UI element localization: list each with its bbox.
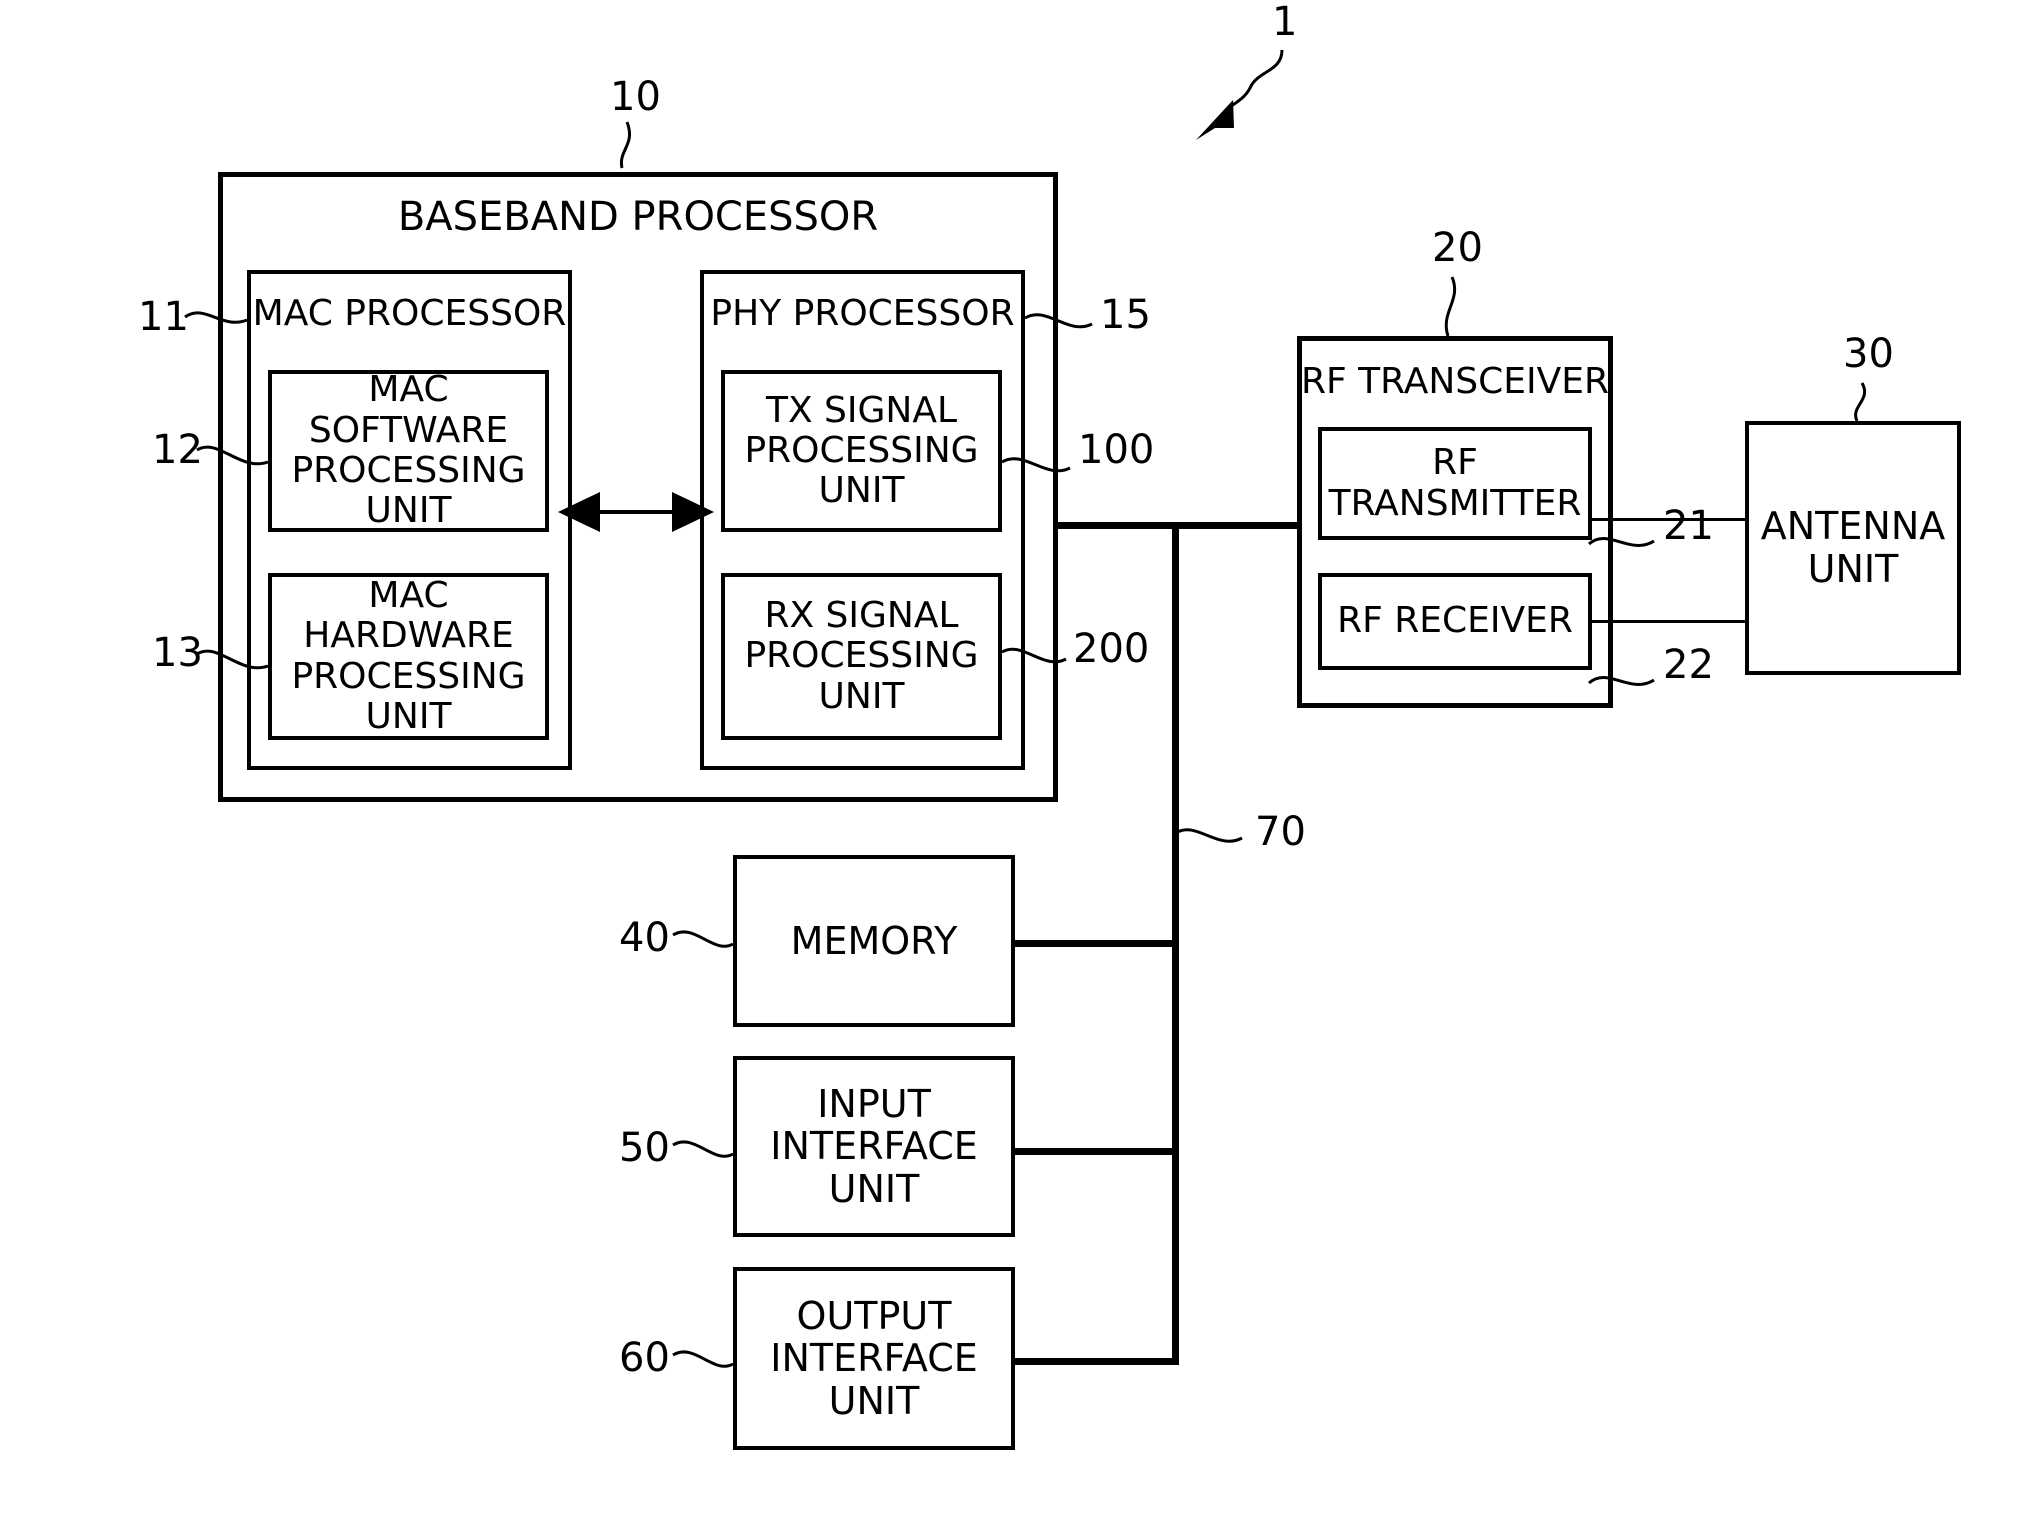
- bus-line-baseband-to-rf: [1055, 522, 1306, 529]
- ref-mac-processor-11: 11: [138, 294, 189, 340]
- antenna-unit-label: ANTENNA UNIT: [1760, 504, 1946, 591]
- mac-software-processing-unit-label: MAC SOFTWARE PROCESSING UNIT: [291, 369, 526, 532]
- ref-rf-receiver-22: 22: [1663, 642, 1714, 688]
- input-interface-unit-label: INPUT INTERFACE UNIT: [770, 1081, 978, 1211]
- ref-rf-transceiver-20: 20: [1432, 225, 1483, 271]
- figure-canvas: BASEBAND PROCESSOR MAC PROCESSOR MAC SOF…: [0, 0, 2041, 1539]
- ref-system-1: 1: [1272, 0, 1298, 45]
- output-interface-unit-box: OUTPUT INTERFACE UNIT: [733, 1267, 1015, 1450]
- ref-phy-processor-15: 15: [1100, 292, 1151, 338]
- line-receiver-to-antenna: [1592, 620, 1745, 623]
- bus-branch-memory: [1013, 940, 1179, 947]
- tx-signal-processing-unit-box: TX SIGNAL PROCESSING UNIT: [721, 370, 1002, 532]
- ref-rx-signal-processing-unit-200: 200: [1073, 626, 1150, 672]
- leader-70: [1175, 828, 1243, 843]
- rf-receiver-label: RF RECEIVER: [1337, 600, 1573, 642]
- bus-branch-output-interface: [1013, 1358, 1179, 1365]
- mac-processor-title: MAC PROCESSOR: [252, 293, 567, 334]
- rf-transceiver-title: RF TRANSCEIVER: [1300, 361, 1609, 402]
- ref-mac-hardware-processing-unit-13: 13: [152, 630, 203, 676]
- baseband-processor-title: BASEBAND PROCESSOR: [397, 194, 879, 240]
- phy-processor-title: PHY PROCESSOR: [710, 293, 1015, 334]
- ref-input-interface-unit-50: 50: [619, 1125, 670, 1171]
- leader-10: [619, 121, 631, 169]
- output-interface-unit-label: OUTPUT INTERFACE UNIT: [770, 1293, 978, 1423]
- tx-signal-processing-unit-label: TX SIGNAL PROCESSING UNIT: [744, 389, 979, 512]
- rx-signal-processing-unit-label: RX SIGNAL PROCESSING UNIT: [744, 595, 979, 717]
- antenna-unit-box: ANTENNA UNIT: [1745, 421, 1961, 675]
- ref-mac-software-processing-unit-12: 12: [152, 427, 203, 473]
- rf-receiver-box: RF RECEIVER: [1318, 573, 1592, 670]
- memory-box: MEMORY: [733, 855, 1015, 1027]
- ref-memory-40: 40: [619, 915, 670, 961]
- ref-antenna-unit-30: 30: [1843, 331, 1894, 377]
- input-interface-unit-box: INPUT INTERFACE UNIT: [733, 1056, 1015, 1237]
- mac-software-processing-unit-box: MAC SOFTWARE PROCESSING UNIT: [268, 370, 549, 532]
- rf-transmitter-label: RF TRANSMITTER: [1328, 442, 1582, 524]
- ref-output-interface-unit-60: 60: [619, 1335, 670, 1381]
- ref-bus-70: 70: [1255, 809, 1306, 855]
- rf-transmitter-box: RF TRANSMITTER: [1318, 427, 1592, 540]
- rx-signal-processing-unit-box: RX SIGNAL PROCESSING UNIT: [721, 573, 1002, 740]
- leader-60: [672, 1350, 734, 1368]
- system-pointer-arrow: [1196, 49, 1284, 140]
- leader-20: [1444, 276, 1457, 337]
- ref-tx-signal-processing-unit-100: 100: [1078, 427, 1155, 473]
- ref-baseband-processor-10: 10: [610, 74, 661, 120]
- memory-label: MEMORY: [790, 918, 958, 963]
- leader-30: [1854, 382, 1866, 422]
- leader-40: [672, 930, 734, 948]
- mac-hardware-processing-unit-box: MAC HARDWARE PROCESSING UNIT: [268, 573, 549, 740]
- ref-rf-transmitter-21: 21: [1663, 503, 1714, 549]
- bus-branch-input-interface: [1013, 1148, 1179, 1155]
- mac-hardware-processing-unit-label: MAC HARDWARE PROCESSING UNIT: [291, 574, 526, 737]
- leader-50: [672, 1140, 734, 1158]
